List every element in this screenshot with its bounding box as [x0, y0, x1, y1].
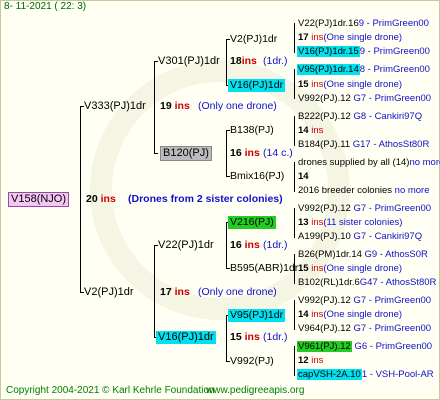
gen4-top-6[interactable]: B26(PM)1dr.14 G9 - AthosS0R [298, 248, 428, 261]
connector [226, 39, 227, 85]
gen2-count-3: 16 ins [230, 239, 260, 251]
connector [154, 153, 158, 154]
gen2-count-2: 16 ins [230, 147, 260, 159]
gen2-count-4: 15 ins [230, 331, 260, 343]
connector [226, 315, 227, 361]
gen4-bottom-5[interactable]: A199(PJ).10 G7 - Cankiri97Q [298, 230, 422, 243]
gen3-node-8[interactable]: V992(PJ) [230, 355, 274, 368]
connector [80, 106, 81, 292]
gen2-note-3: (1dr.) [263, 239, 288, 251]
gen2-count-1: 18ins [230, 55, 257, 67]
site-link[interactable]: www.pedigreeapis.org [206, 385, 304, 396]
gen4-info-6: 15 ins(One single drone) [298, 263, 403, 274]
gen1-note-1: (Only one drone) [198, 100, 277, 112]
connector [294, 116, 295, 146]
gen2-node-2[interactable]: B120(PJ) [160, 146, 212, 161]
gen4-info-2: 15 ins(One single drone) [298, 79, 403, 90]
gen1-count-1: 19 ins [160, 100, 190, 112]
gen4-bottom-4[interactable]: 2016 breeder colonies no more [298, 184, 430, 197]
gen2-note-1: (1dr.) [263, 55, 288, 67]
gen2-node-4[interactable]: V16(PJ)1dr [156, 331, 216, 344]
connector [154, 245, 155, 337]
root-queen[interactable]: V158(NJO) [8, 192, 70, 207]
connector [294, 346, 295, 376]
gen4-top-7[interactable]: V992(PJ).12 G7 - PrimGreen00 [298, 294, 431, 307]
gen4-top-4[interactable]: drones supplied by all (14)no more [298, 156, 440, 169]
root-count: 20 ins [86, 193, 116, 205]
gen4-top-1[interactable]: V22(PJ)1dr.169 - PrimGreen00 [298, 17, 429, 30]
gen4-info-5: 13 ins(11 sister colonies) [298, 217, 403, 228]
gen3-node-2[interactable]: V16(PJ)1dr [228, 79, 286, 92]
connector [154, 61, 155, 153]
copyright-text: Copyright 2004-2021 © Karl Kehrle Founda… [6, 385, 215, 396]
gen4-info-4: 14 [298, 171, 309, 182]
gen2-note-2: (14 c.) [263, 147, 293, 159]
gen4-bottom-6[interactable]: B102(RL)1dr.6G47 - AthosSt80R [298, 276, 436, 289]
gen1-note-2: (Only one drone) [198, 286, 277, 298]
gen4-info-3: 14 ins [298, 125, 324, 136]
gen3-node-1[interactable]: V2(PJ)1dr [230, 33, 277, 46]
root-note: (Drones from 2 sister colonies) [128, 193, 283, 205]
connector [226, 130, 227, 176]
connector [294, 254, 295, 284]
connector [294, 69, 295, 99]
gen3-node-7[interactable]: V95(PJ)1dr [228, 309, 286, 322]
gen4-bottom-2[interactable]: V992(PJ).12 G7 - PrimGreen00 [298, 92, 431, 105]
gen3-node-3[interactable]: B138(PJ) [230, 124, 274, 137]
gen4-info-1: 17 ins(One single drone) [298, 32, 403, 43]
gen4-top-5[interactable]: V992(PJ).12 G7 - PrimGreen00 [298, 202, 431, 215]
gen4-top-2[interactable]: V95(PJ)1dr.148 - PrimGreen00 [297, 63, 430, 76]
gen4-bottom-1[interactable]: V16(PJ)1dr.159 - PrimGreen00 [297, 45, 430, 58]
gen4-bottom-7[interactable]: V964(PJ).12 G7 - PrimGreen00 [298, 322, 431, 335]
timestamp: 8- 11-2021 ( 22: 3) [4, 1, 87, 12]
connector [226, 222, 227, 268]
gen3-node-6[interactable]: B595(ABR)1dr [230, 262, 298, 275]
gen4-top-8[interactable]: V961(PJ).12 G6 - PrimGreen00 [297, 340, 432, 353]
gen4-bottom-3[interactable]: B184(PJ).11 G17 - AthosSt80R [298, 138, 429, 151]
connector [294, 300, 295, 330]
gen2-node-1[interactable]: V301(PJ)1dr [158, 55, 220, 68]
gen2-node-3[interactable]: V22(PJ)1dr [158, 239, 214, 252]
gen4-info-7: 14 ins(One single drone) [298, 309, 403, 320]
gen3-node-4[interactable]: Bmix16(PJ) [230, 170, 284, 183]
gen2-note-4: (1dr.) [263, 331, 288, 343]
gen4-top-3[interactable]: B222(PJ).12 G8 - Cankiri97Q [298, 110, 422, 123]
gen3-node-5[interactable]: V216(PJ) [228, 216, 276, 229]
gen4-info-8: 12 ins [298, 355, 324, 366]
gen1-node-1[interactable]: V333(PJ)1dr [84, 100, 146, 113]
gen4-bottom-8[interactable]: capVSH-2A.101 - VSH-Pool-AR [297, 368, 434, 381]
connector [294, 208, 295, 238]
gen1-count-2: 17 ins [160, 286, 190, 298]
connector [294, 23, 295, 53]
gen1-node-2[interactable]: V2(PJ)1dr [84, 286, 134, 299]
connector [294, 162, 295, 192]
